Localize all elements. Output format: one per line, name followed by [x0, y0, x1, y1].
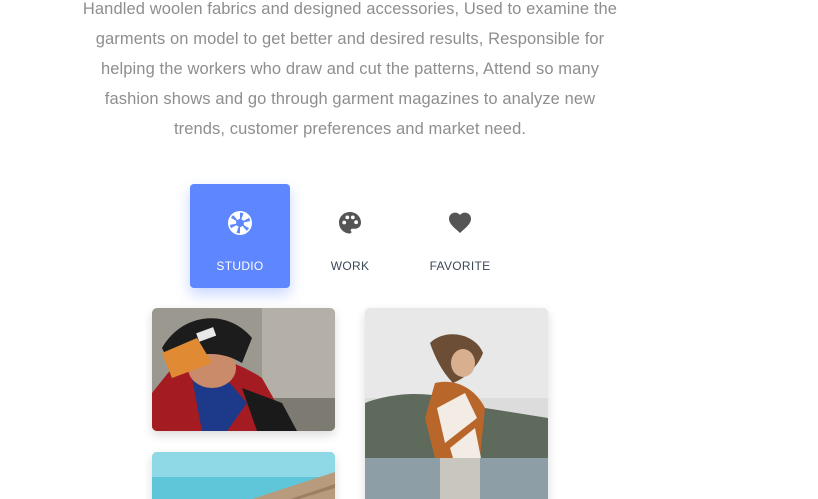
tab-favorite-label: FAVORITE — [429, 259, 491, 273]
bio-line: trends, customer preferences and market … — [173, 120, 527, 138]
bio-line: fashion shows and go through garment mag… — [104, 90, 596, 108]
profile-page: Handled woolen fabrics and designed acce… — [0, 0, 818, 499]
heart-icon — [447, 210, 473, 236]
tab-studio[interactable]: STUDIO — [190, 184, 290, 288]
gallery-image-man-cap[interactable] — [152, 308, 335, 431]
bio-line: helping the workers who draw and cut the… — [100, 60, 600, 78]
bio-description: Handled woolen fabrics and designed acce… — [40, 0, 660, 144]
gallery-image-building[interactable] — [152, 452, 335, 499]
camera-shutter-icon — [227, 210, 253, 236]
tab-work[interactable]: WORK — [300, 184, 400, 288]
bio-line: Handled woolen fabrics and designed acce… — [82, 0, 618, 18]
bio-line: garments on model to get better and desi… — [95, 30, 605, 48]
gallery-image-woman-lake[interactable] — [365, 308, 548, 499]
profile-tabs: STUDIO WORK FAVORITE — [190, 184, 520, 288]
tab-work-label: WORK — [330, 259, 370, 273]
palette-icon — [337, 210, 363, 236]
tab-studio-label: STUDIO — [216, 259, 264, 273]
tab-favorite[interactable]: FAVORITE — [410, 184, 510, 288]
